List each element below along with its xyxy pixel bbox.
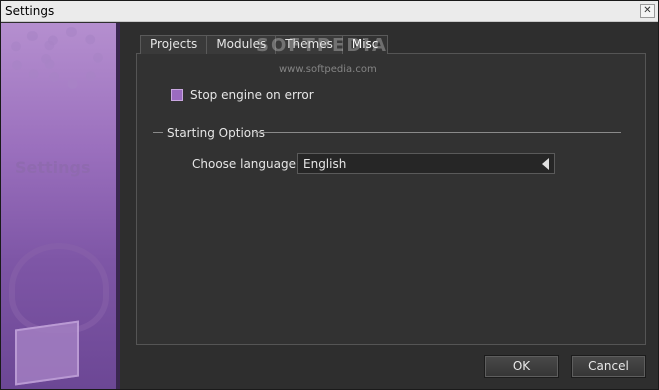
folder-icon [15,320,79,386]
sidebar-label: Settings [15,158,91,177]
watermark-url: www.softpedia.com [279,64,377,75]
language-select[interactable]: English [297,153,555,174]
starting-options-group: Starting Options [153,126,621,140]
watermark-text: SOFTPEDIA [256,35,388,56]
language-label: Choose language : [192,157,304,171]
window-title: Settings [5,4,55,18]
flame-icon [9,243,109,333]
tab-projects[interactable]: Projects [140,35,208,54]
title-bar: Settings ✕ [1,1,658,22]
ok-button[interactable]: OK [484,355,559,378]
close-icon[interactable]: ✕ [640,4,655,18]
sidebar-banner: Settings [1,23,120,389]
group-divider [153,132,163,133]
starting-options-legend: Starting Options [167,126,265,140]
stop-engine-checkbox[interactable] [171,89,183,101]
stop-engine-label: Stop engine on error [190,88,314,102]
settings-window: Settings ✕ Settings Projects Modules The… [0,0,659,390]
sidebar-divider [116,23,120,389]
group-divider [255,132,621,133]
stop-engine-option[interactable]: Stop engine on error [171,88,314,102]
cancel-button[interactable]: Cancel [571,355,646,378]
language-value: English [303,157,347,171]
gear-icon [41,27,103,89]
chevron-left-icon[interactable] [542,158,549,170]
